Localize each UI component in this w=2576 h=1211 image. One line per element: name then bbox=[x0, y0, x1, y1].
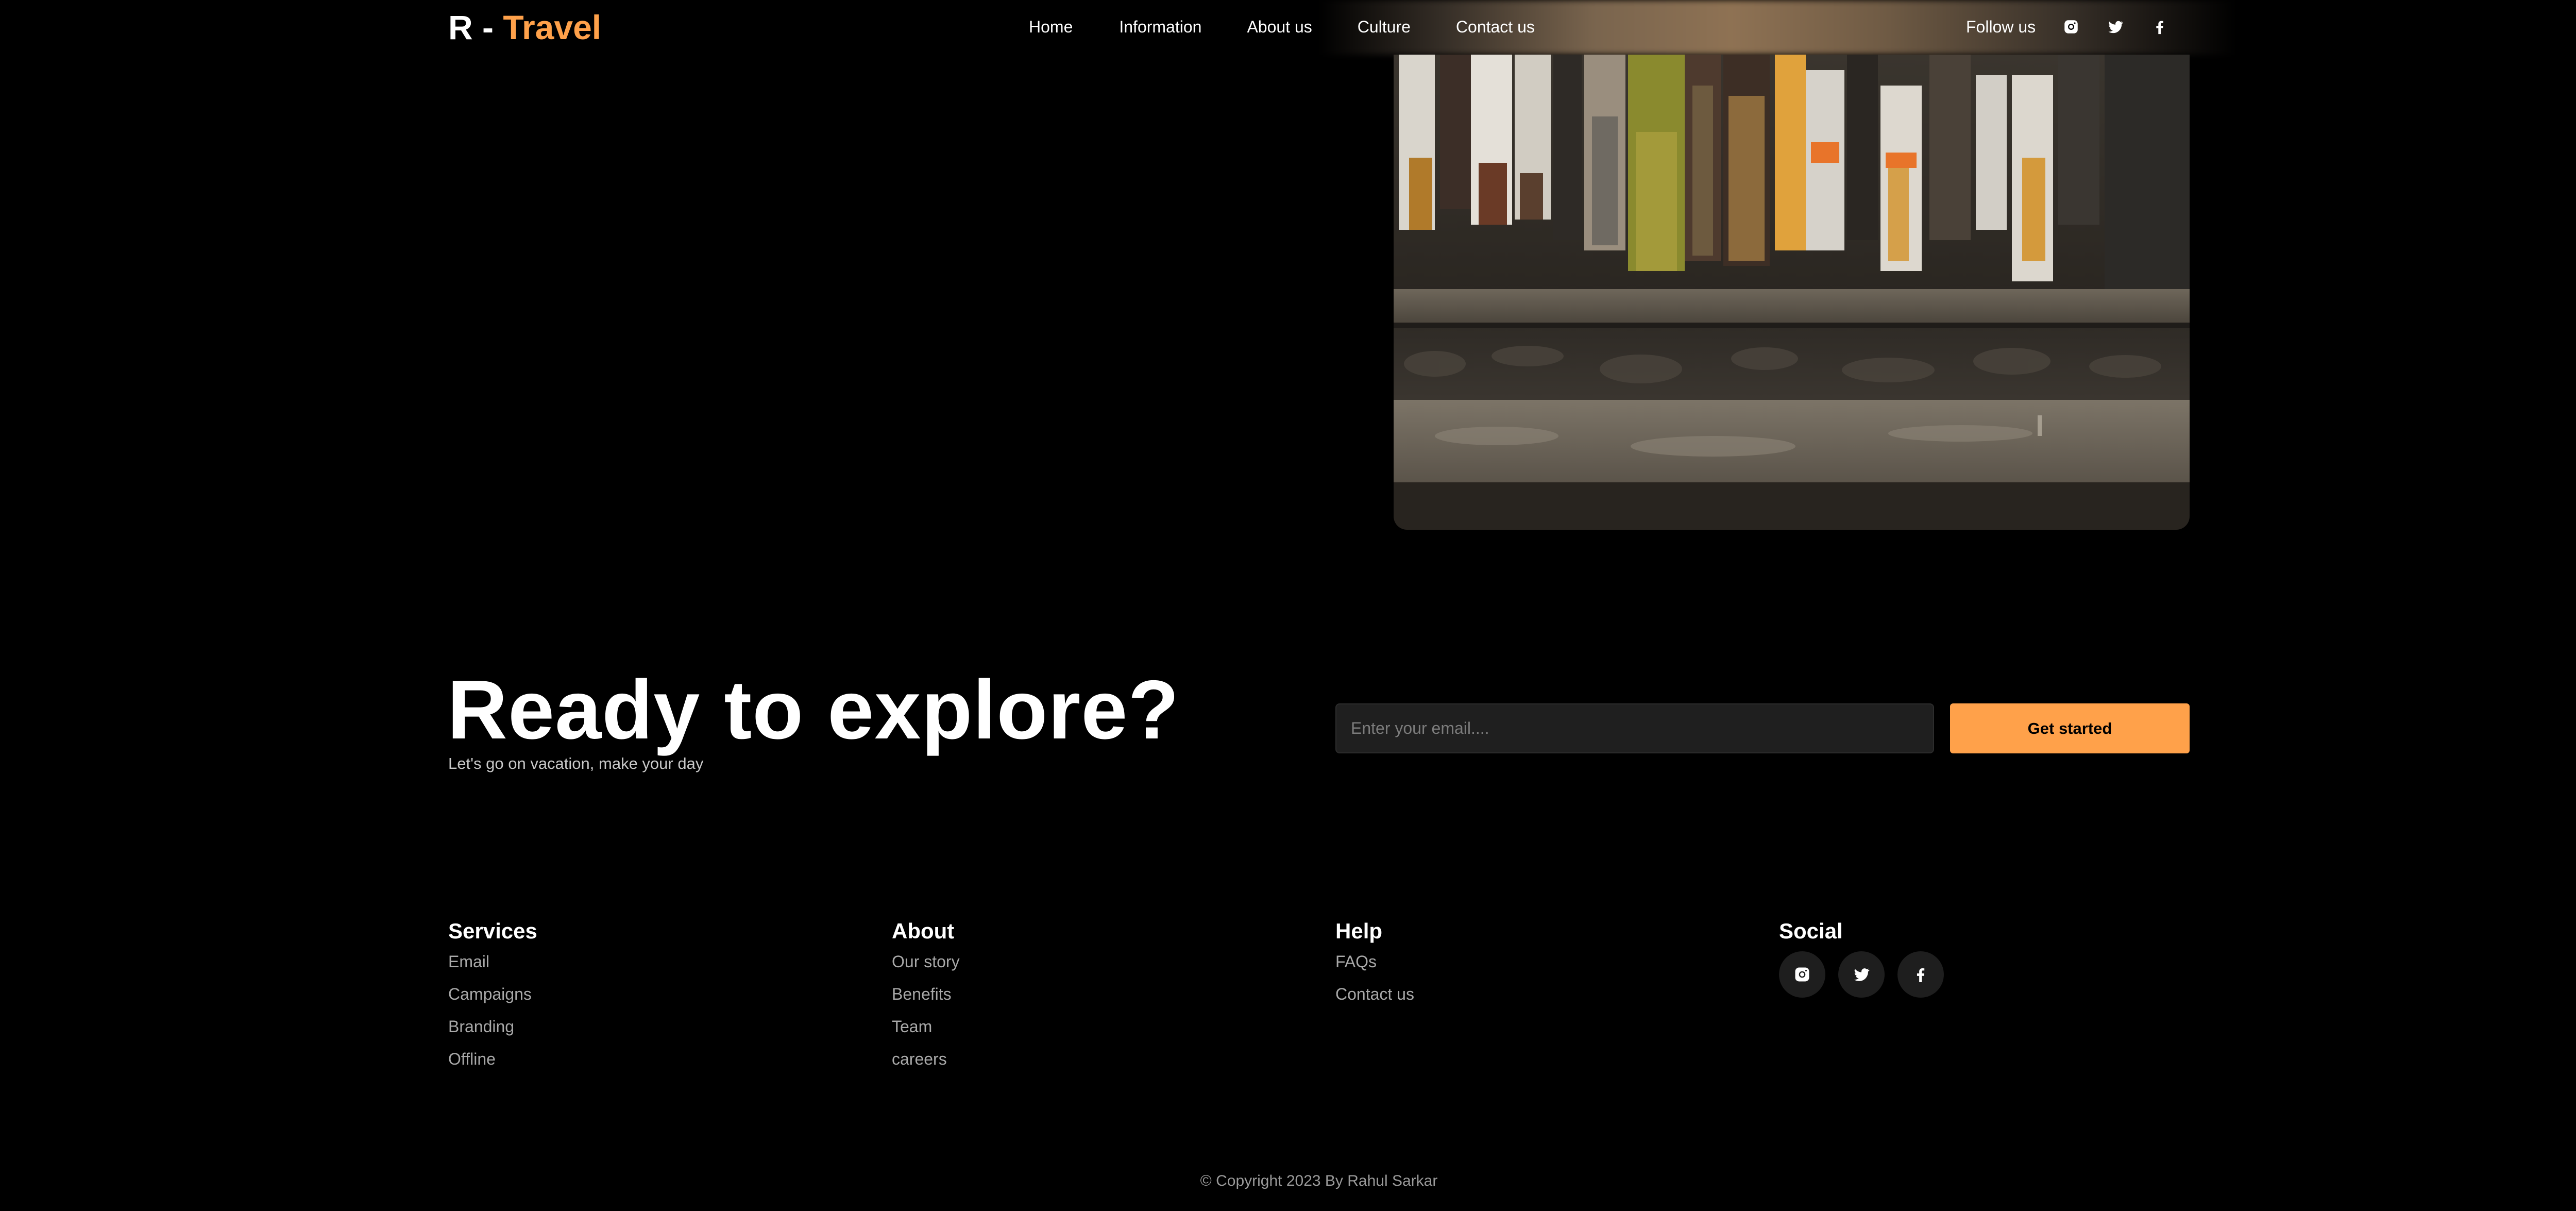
instagram-icon bbox=[1795, 967, 1809, 982]
nav-home[interactable]: Home bbox=[1029, 16, 1073, 37]
footer-column-about: About Our story Benefits Team careers bbox=[892, 918, 960, 1081]
footer-heading: Help bbox=[1335, 919, 1383, 943]
footer-link-branding[interactable]: Branding bbox=[448, 1016, 537, 1037]
nav-about-us[interactable]: About us bbox=[1247, 16, 1312, 37]
footer-link-benefits[interactable]: Benefits bbox=[892, 984, 960, 1004]
footer-link-email[interactable]: Email bbox=[448, 951, 537, 972]
footer-column-services: Services Email Campaigns Branding Offlin… bbox=[448, 918, 537, 1081]
main-nav: Home Information About us Culture Contac… bbox=[1029, 16, 1535, 37]
footer-link-our-story[interactable]: Our story bbox=[892, 951, 960, 972]
footer-social-buttons bbox=[1779, 951, 1957, 998]
email-input[interactable] bbox=[1335, 703, 1934, 753]
hero-image-festival-procession bbox=[1394, 55, 2190, 530]
footer-facebook-button[interactable] bbox=[1897, 951, 1944, 998]
facebook-icon[interactable] bbox=[2150, 17, 2170, 37]
twitter-icon[interactable] bbox=[2106, 17, 2125, 37]
footer-link-campaigns[interactable]: Campaigns bbox=[448, 984, 537, 1004]
follow-us-group: Follow us bbox=[1966, 16, 2170, 37]
footer-instagram-button[interactable] bbox=[1779, 951, 1825, 998]
instagram-icon[interactable] bbox=[2061, 17, 2081, 37]
footer-column-help: Help FAQs Contact us bbox=[1335, 918, 1414, 1016]
nav-contact-us[interactable]: Contact us bbox=[1456, 16, 1535, 37]
footer-link-offline[interactable]: Offline bbox=[448, 1049, 537, 1069]
footer-heading: Services bbox=[448, 919, 537, 943]
top-navbar: R - Travel Home Information About us Cul… bbox=[0, 0, 2576, 55]
footer-link-team[interactable]: Team bbox=[892, 1016, 960, 1037]
footer-link-contact-us[interactable]: Contact us bbox=[1335, 984, 1414, 1004]
get-started-button[interactable]: Get started bbox=[1950, 703, 2190, 753]
site-logo[interactable]: R - Travel bbox=[448, 7, 601, 47]
twitter-icon bbox=[1854, 968, 1870, 981]
footer-link-faqs[interactable]: FAQs bbox=[1335, 951, 1414, 972]
nav-culture[interactable]: Culture bbox=[1358, 16, 1411, 37]
cta-heading: Ready to explore? bbox=[447, 663, 1180, 756]
facebook-icon bbox=[1917, 968, 1925, 982]
footer-link-careers[interactable]: careers bbox=[892, 1049, 960, 1069]
footer-heading: About bbox=[892, 919, 955, 943]
logo-prefix: R - bbox=[448, 8, 503, 46]
logo-accent: Travel bbox=[503, 8, 602, 46]
nav-information[interactable]: Information bbox=[1119, 16, 1201, 37]
cta-subtitle: Let's go on vacation, make your day bbox=[448, 754, 704, 772]
footer-column-social: Social bbox=[1779, 918, 1957, 998]
footer-heading: Social bbox=[1779, 919, 1843, 943]
footer-twitter-button[interactable] bbox=[1838, 951, 1885, 998]
copyright-text: © Copyright 2023 By Rahul Sarkar bbox=[1200, 1172, 1438, 1189]
follow-us-label: Follow us bbox=[1966, 18, 2036, 36]
